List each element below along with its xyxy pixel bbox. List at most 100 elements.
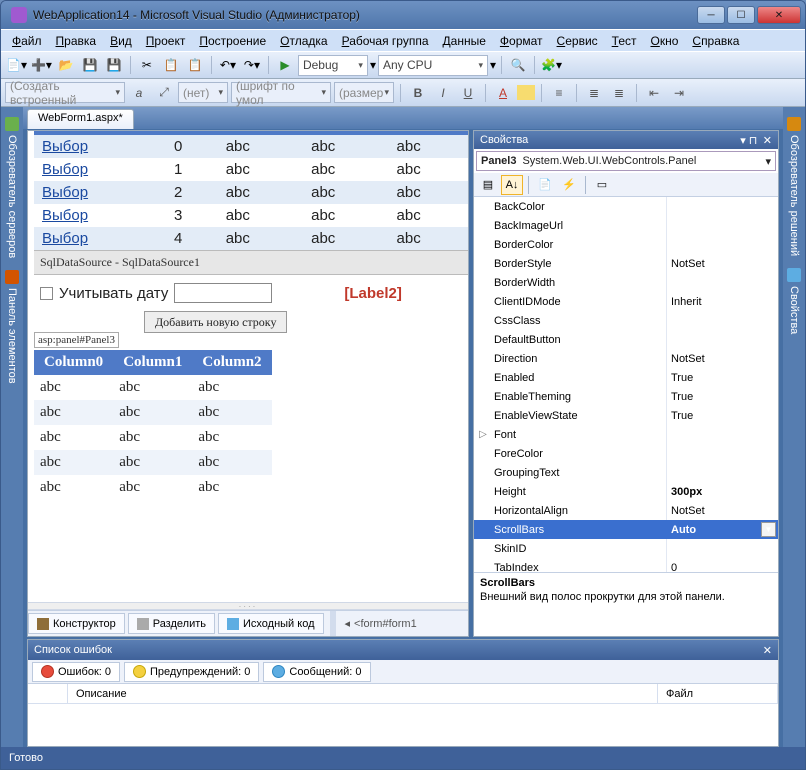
property-grid[interactable]: BackColorBackImageUrlBorderColorBorderSt… [474,197,778,572]
new-project-icon[interactable]: 📄▾ [5,54,28,76]
menu-тест[interactable]: Тест [605,32,644,50]
prop-enabled[interactable]: EnabledTrue [474,368,778,387]
server-explorer-tab[interactable]: Обозреватель серверов [3,111,21,264]
splitter-horizontal[interactable]: ···· [28,602,468,610]
maximize-button[interactable]: ☐ [727,6,755,24]
prop-backimageurl[interactable]: BackImageUrl [474,216,778,235]
bold-icon[interactable]: B [407,83,429,103]
select-link[interactable]: Выбор [42,138,88,155]
prop-backcolor[interactable]: BackColor [474,197,778,216]
properties-tab[interactable]: Свойства [785,262,803,340]
alphabetical-icon[interactable]: A↓ [501,175,523,195]
dropdown-button[interactable]: ▼ [761,522,776,537]
target-dropdown[interactable]: (Создать встроенный [5,82,125,103]
select-link[interactable]: Выбор [42,207,88,224]
prop-horizontalalign[interactable]: HorizontalAlignNotSet [474,501,778,520]
prop-bordercolor[interactable]: BorderColor [474,235,778,254]
font-dropdown[interactable]: (шрифт по умол [231,82,331,103]
checkbox-include-date[interactable] [40,287,53,300]
menu-данные[interactable]: Данные [436,32,493,50]
prop-direction[interactable]: DirectionNotSet [474,349,778,368]
pin-icon[interactable]: ⊓ [749,134,760,145]
prop-scrollbars[interactable]: ScrollBarsAuto▼ [474,520,778,539]
prop-forecolor[interactable]: ForeColor [474,444,778,463]
menu-отладка[interactable]: Отладка [273,32,334,50]
property-pages-icon[interactable]: ▭ [591,175,613,195]
design-surface[interactable]: Выбор0abcabcabcВыбор1abcabcabcВыбор2abca… [28,131,468,602]
style-dropdown[interactable]: (нет) [178,82,228,103]
prop-font[interactable]: ▷Font [474,425,778,444]
menu-окно[interactable]: Окно [643,32,685,50]
prop-enabletheming[interactable]: EnableThemingTrue [474,387,778,406]
error-list-close-icon[interactable]: ✕ [763,644,772,657]
italic-icon[interactable]: I [432,83,454,103]
categorized-icon[interactable]: ▤ [477,175,499,195]
forecolor-icon[interactable]: A [492,83,514,103]
events-icon[interactable]: ⚡ [558,175,580,195]
menu-сервис[interactable]: Сервис [550,32,605,50]
view-split[interactable]: Разделить [128,613,215,634]
solution-explorer-tab[interactable]: Обозреватель решений [785,111,803,262]
close-button[interactable]: ✕ [757,6,801,24]
menu-вид[interactable]: Вид [103,32,139,50]
indent-icon[interactable]: ⇥ [668,83,690,103]
properties-icon[interactable]: 📄 [534,175,556,195]
prop-skinid[interactable]: SkinID [474,539,778,558]
underline-icon[interactable]: U [457,83,479,103]
menu-правка[interactable]: Правка [49,32,104,50]
start-icon[interactable]: ▶ [274,54,296,76]
fontsize-dropdown[interactable]: (размер [334,82,394,103]
menu-файл[interactable]: Файл [5,32,49,50]
select-link[interactable]: Выбор [42,230,88,247]
add-row-button[interactable]: Добавить новую строку [144,311,287,333]
prop-borderwidth[interactable]: BorderWidth [474,273,778,292]
tag-breadcrumb[interactable]: ◂ <form#form1 [339,617,469,630]
save-icon[interactable]: 💾 [79,54,101,76]
outdent-icon[interactable]: ⇤ [643,83,665,103]
menu-рабочая группа[interactable]: Рабочая группа [335,32,436,50]
tab-webform1[interactable]: WebForm1.aspx* [27,109,134,129]
find-icon[interactable]: 🔍 [507,54,529,76]
panel-close-icon[interactable]: ✕ [763,134,772,147]
prop-tabindex[interactable]: TabIndex0 [474,558,778,572]
open-icon[interactable]: 📂 [55,54,77,76]
panel-tag-chip[interactable]: asp:panel#Panel3 [34,332,119,348]
toolbox-tab[interactable]: Панель элементов [3,264,21,390]
warnings-tab[interactable]: Предупреждений: 0 [124,662,259,682]
prop-clientidmode[interactable]: ClientIDModeInherit [474,292,778,311]
copy-icon[interactable]: 📋 [160,54,182,76]
menu-формат[interactable]: Формат [493,32,550,50]
panel-menu-icon[interactable]: ▾ [740,134,746,147]
backcolor-icon[interactable] [517,85,535,100]
sqldatasource-smart-tag[interactable]: SqlDataSource - SqlDataSource1 [34,250,468,275]
config-dropdown[interactable]: Debug [298,55,368,76]
list-number-icon[interactable]: ≣ [608,83,630,103]
prop-enableviewstate[interactable]: EnableViewStateTrue [474,406,778,425]
platform-dropdown[interactable]: Any CPU [378,55,488,76]
add-item-icon[interactable]: ➕▾ [30,54,53,76]
select-link[interactable]: Выбор [42,161,88,178]
view-design[interactable]: Конструктор [28,613,125,634]
select-link[interactable]: Выбор [42,184,88,201]
rule-b-icon[interactable]: ⤢ [153,83,175,103]
save-all-icon[interactable]: 💾 [103,54,125,76]
cut-icon[interactable]: ✂ [136,54,158,76]
menu-справка[interactable]: Справка [685,32,746,50]
list-bullet-icon[interactable]: ≣ [583,83,605,103]
menu-построение[interactable]: Построение [192,32,273,50]
prop-defaultbutton[interactable]: DefaultButton [474,330,778,349]
messages-tab[interactable]: Сообщений: 0 [263,662,370,682]
minimize-button[interactable]: ─ [697,6,725,24]
menu-проект[interactable]: Проект [139,32,193,50]
prop-height[interactable]: Height300px [474,482,778,501]
prop-borderstyle[interactable]: BorderStyleNotSet [474,254,778,273]
paste-icon[interactable]: 📋 [184,54,206,76]
textbox-date[interactable] [174,283,272,303]
align-left-icon[interactable]: ≡ [548,83,570,103]
rule-a-icon[interactable]: a [128,83,150,103]
extensions-icon[interactable]: 🧩▾ [540,54,563,76]
prop-cssclass[interactable]: CssClass [474,311,778,330]
gridview2[interactable]: Column0Column1Column2abcabcabcabcabcabca… [34,350,272,500]
gridview1[interactable]: Выбор0abcabcabcВыбор1abcabcabcВыбор2abca… [34,135,468,250]
errors-tab[interactable]: Ошибок: 0 [32,662,120,682]
